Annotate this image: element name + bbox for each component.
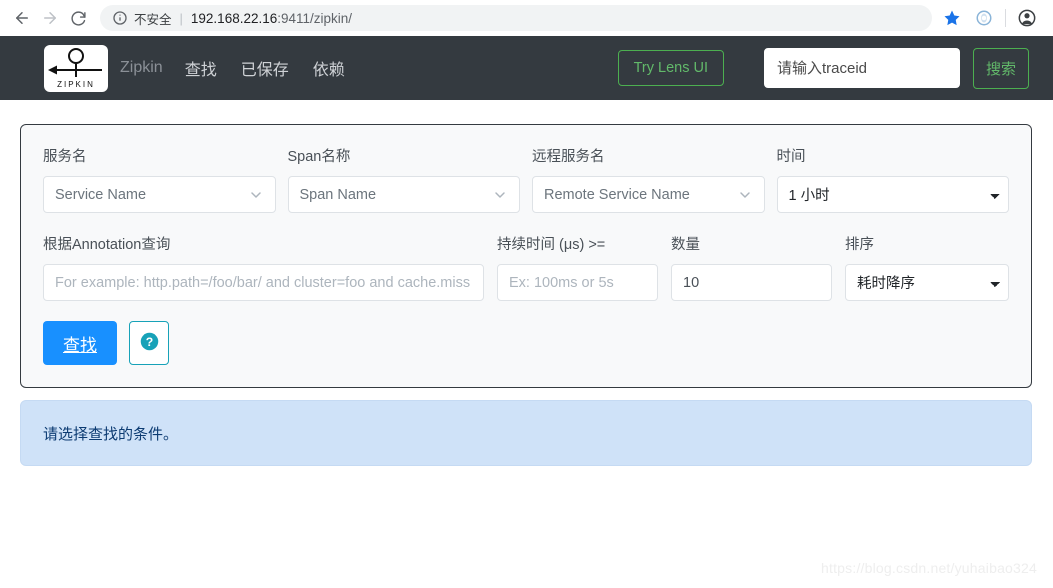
reload-icon[interactable]	[64, 4, 92, 32]
svg-text:?: ?	[145, 335, 152, 349]
nav-link-dependencies[interactable]: 依赖	[313, 56, 345, 80]
info-alert-message: 请选择查找的条件。	[43, 423, 178, 444]
chevron-down-icon	[492, 187, 508, 203]
field-sort-order: 排序 耗时降序	[845, 233, 1009, 301]
nav-link-saved[interactable]: 已保存	[241, 56, 289, 80]
zipkin-navbar: ZIPKIN Zipkin 查找 已保存 依赖 Try Lens UI 搜索	[0, 36, 1053, 100]
url-host: 192.168.22.16	[191, 11, 277, 26]
span-name-value: Span Name	[300, 187, 377, 203]
time-range-value: 1 小时	[789, 184, 830, 205]
sort-order-select[interactable]: 耗时降序	[845, 264, 1009, 301]
field-remote-service-name: 远程服务名 Remote Service Name	[532, 145, 765, 213]
service-name-value: Service Name	[55, 187, 146, 203]
forward-icon[interactable]	[36, 4, 64, 32]
browser-toolbar: 不安全 | 192.168.22.16:9411/zipkin/	[0, 0, 1053, 36]
span-name-select[interactable]: Span Name	[288, 176, 521, 213]
address-bar[interactable]: 不安全 | 192.168.22.16:9411/zipkin/	[100, 5, 932, 31]
label-remote-service-name: 远程服务名	[532, 145, 765, 166]
field-limit: 数量	[671, 233, 832, 301]
omnibox-separator: |	[180, 11, 183, 26]
remote-service-name-value: Remote Service Name	[544, 187, 690, 203]
info-alert: 请选择查找的条件。	[20, 400, 1032, 466]
zipkin-brand-link[interactable]: Zipkin	[120, 59, 163, 77]
min-duration-input[interactable]	[497, 264, 658, 301]
url-text: 192.168.22.16:9411/zipkin/	[191, 11, 352, 26]
remote-service-name-select[interactable]: Remote Service Name	[532, 176, 765, 213]
field-span-name: Span名称 Span Name	[288, 145, 521, 213]
star-filled-icon[interactable]	[938, 4, 966, 32]
label-min-duration: 持续时间 (μs) >=	[497, 233, 658, 254]
label-sort-order: 排序	[845, 233, 1009, 254]
extension-icon[interactable]	[970, 4, 998, 32]
chevron-down-icon	[248, 187, 264, 203]
search-button[interactable]: 搜索	[973, 48, 1029, 89]
service-name-select[interactable]: Service Name	[43, 176, 276, 213]
svg-text:ZIPKIN: ZIPKIN	[57, 80, 95, 89]
traceid-input[interactable]	[764, 48, 960, 88]
question-circle-icon: ?	[139, 331, 160, 355]
label-limit: 数量	[671, 233, 832, 254]
help-button[interactable]: ?	[129, 321, 169, 365]
site-info-icon[interactable]	[112, 10, 128, 26]
field-annotation-query: 根据Annotation查询	[43, 233, 484, 301]
form-actions: 查找 ?	[43, 321, 1009, 365]
chevron-down-icon	[737, 187, 753, 203]
label-annotation-query: 根据Annotation查询	[43, 233, 484, 254]
account-circle-icon[interactable]	[1013, 4, 1041, 32]
url-path: :9411/zipkin/	[277, 11, 352, 26]
toolbar-divider	[1005, 9, 1006, 27]
limit-input[interactable]	[671, 264, 832, 301]
find-button[interactable]: 查找	[43, 321, 117, 365]
form-row-1: 服务名 Service Name Span名称 Span Name 远程服务名 …	[43, 145, 1009, 213]
browser-actions	[938, 4, 1045, 32]
nav-link-find[interactable]: 查找	[185, 56, 217, 80]
field-min-duration: 持续时间 (μs) >=	[497, 233, 658, 301]
time-range-select[interactable]: 1 小时	[777, 176, 1010, 213]
sort-order-value: 耗时降序	[857, 272, 915, 293]
back-icon[interactable]	[8, 4, 36, 32]
watermark-text: https://blog.csdn.net/yuhaibao324	[821, 560, 1037, 576]
label-service-name: 服务名	[43, 145, 276, 166]
field-time-range: 时间 1 小时	[777, 145, 1010, 213]
try-lens-ui-button[interactable]: Try Lens UI	[618, 50, 724, 86]
search-panel: 服务名 Service Name Span名称 Span Name 远程服务名 …	[20, 124, 1032, 388]
label-time-range: 时间	[777, 145, 1010, 166]
zipkin-logo-icon[interactable]: ZIPKIN	[44, 45, 108, 92]
security-status-label: 不安全	[134, 9, 172, 28]
field-service-name: 服务名 Service Name	[43, 145, 276, 213]
form-row-2: 根据Annotation查询 持续时间 (μs) >= 数量 排序 耗时降序	[43, 233, 1009, 301]
navbar-links: 查找 已保存 依赖	[185, 56, 369, 80]
annotation-query-input[interactable]	[43, 264, 484, 301]
label-span-name: Span名称	[288, 145, 521, 166]
